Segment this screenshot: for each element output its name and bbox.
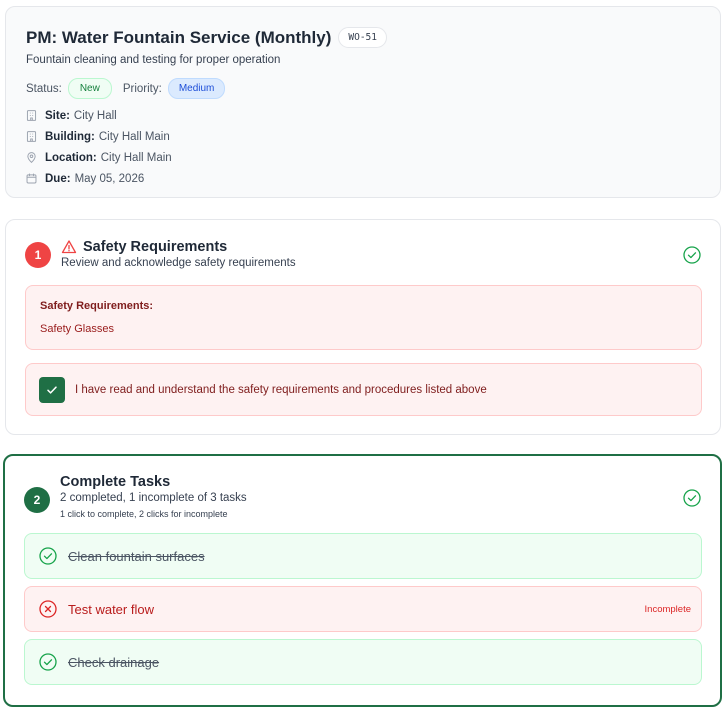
status-label: Status:	[26, 82, 62, 95]
status-badge: New	[67, 78, 112, 99]
meta-value: City Hall Main	[100, 151, 172, 164]
safety-requirements-box: Safety Requirements: Safety Glasses	[25, 285, 702, 350]
work-order-description: Fountain cleaning and testing for proper…	[26, 54, 281, 66]
status-row: Status: New Priority: Medium	[26, 78, 226, 99]
task-item[interactable]: Check drainage	[24, 639, 702, 685]
building-icon	[26, 131, 37, 142]
priority-badge: Medium	[167, 78, 226, 99]
section-complete-check-icon	[683, 246, 701, 264]
check-circle-icon	[39, 653, 57, 671]
task-label: Clean fountain surfaces	[68, 548, 205, 564]
checkmark-icon	[47, 386, 57, 394]
task-label: Check drainage	[68, 654, 160, 670]
priority-label: Priority:	[122, 82, 162, 95]
work-order-id-badge: WO-51	[338, 27, 387, 48]
section-title: Safety Requirements	[61, 239, 227, 255]
location-pin-icon	[27, 152, 36, 164]
x-circle-icon	[39, 600, 57, 618]
meta-building: Building: City Hall Main	[25, 130, 170, 143]
step-number-badge: 2	[24, 487, 50, 513]
meta-due: Due: May 05, 2026	[25, 172, 144, 185]
meta-value: City Hall Main	[98, 130, 170, 143]
section-complete-check-icon	[683, 489, 701, 507]
task-label: Test water flow	[68, 601, 154, 617]
tasks-summary: 2 completed, 1 incomplete of 3 tasks	[60, 492, 247, 504]
meta-value: May 05, 2026	[74, 172, 145, 185]
meta-key: Location:	[45, 151, 97, 164]
work-order-header: PM: Water Fountain Service (Monthly) WO-…	[5, 6, 721, 198]
acknowledgement-text[interactable]: I have read and understand the safety re…	[75, 384, 487, 396]
check-circle-icon	[39, 547, 57, 565]
tasks-hint: 1 click to complete, 2 clicks for incomp…	[60, 509, 228, 519]
tasks-section[interactable]: 2 Complete Tasks 2 completed, 1 incomple…	[3, 454, 722, 707]
task-status-text: Incomplete	[644, 603, 691, 615]
section-title: Complete Tasks	[60, 474, 171, 490]
warning-triangle-icon	[61, 240, 77, 254]
section-title-text: Safety Requirements	[83, 239, 228, 255]
meta-location: Location: City Hall Main	[25, 151, 172, 164]
meta-key: Building:	[45, 130, 95, 143]
safety-section[interactable]: 1 Safety Requirements Review and acknowl…	[5, 219, 721, 435]
acknowledgement-row[interactable]: I have read and understand the safety re…	[25, 363, 702, 416]
safety-item: Safety Glasses	[40, 323, 114, 335]
task-item[interactable]: Clean fountain surfaces	[24, 533, 702, 579]
task-item[interactable]: Test water flow Incomplete	[24, 586, 702, 632]
step-number-badge: 1	[25, 242, 51, 268]
title-row: PM: Water Fountain Service (Monthly) WO-…	[26, 27, 387, 48]
meta-key: Due:	[45, 172, 71, 185]
section-subtitle: Review and acknowledge safety requiremen…	[61, 257, 296, 269]
meta-value: City Hall	[73, 109, 117, 122]
meta-key: Site:	[45, 109, 70, 122]
page-title: PM: Water Fountain Service (Monthly)	[26, 27, 332, 47]
calendar-icon	[26, 173, 37, 184]
meta-site: Site: City Hall	[25, 109, 117, 122]
acknowledge-checkbox[interactable]	[39, 377, 65, 403]
building-icon	[26, 110, 37, 121]
safety-box-title: Safety Requirements:	[40, 300, 154, 312]
